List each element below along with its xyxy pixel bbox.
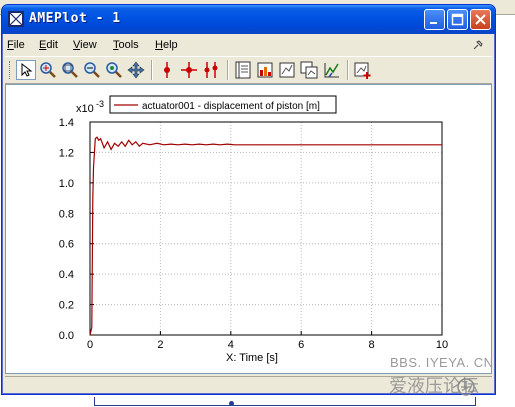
x-axis-label: X: Time [s] bbox=[226, 352, 278, 364]
toolbar-separator bbox=[151, 60, 153, 80]
x-tick-label: 2 bbox=[157, 339, 163, 351]
y-tick-label: 0.2 bbox=[59, 300, 74, 312]
watermark-logo-icon bbox=[456, 377, 476, 401]
plot-frame bbox=[89, 121, 443, 336]
toolbar bbox=[5, 56, 492, 84]
zoom-out-icon[interactable] bbox=[82, 60, 102, 80]
legend-label: actuator001 - displacement of piston [m] bbox=[142, 101, 320, 112]
minimize-button[interactable] bbox=[424, 9, 445, 30]
plot-area[interactable]: 0 2 4 6 8 10 0.0 0.2 0.4 0.6 0.8 1.0 1.2 1.4 X: Time [… bbox=[5, 84, 492, 374]
y-tick-label: 1.0 bbox=[59, 178, 74, 190]
menu-edit[interactable]: Edit bbox=[39, 39, 58, 51]
cursor-double-icon[interactable] bbox=[201, 60, 221, 80]
pin-icon[interactable] bbox=[472, 39, 484, 54]
y-tick-label: 1.4 bbox=[59, 117, 74, 129]
ameplot-window: AMEPlot - 1 File Edit View Tools Help 0 … bbox=[1, 4, 496, 395]
window-title: AMEPlot - 1 bbox=[29, 11, 121, 26]
zoom-fit-icon[interactable] bbox=[104, 60, 124, 80]
toolbar-grip[interactable] bbox=[9, 61, 13, 79]
menu-help[interactable]: Help bbox=[155, 39, 178, 51]
color-plot-icon[interactable] bbox=[255, 60, 275, 80]
x-tick-label: 0 bbox=[87, 339, 93, 351]
copy-plot-icon[interactable] bbox=[299, 60, 319, 80]
background-window-fragment bbox=[94, 397, 476, 406]
toolbar-separator bbox=[227, 60, 229, 80]
menu-tools[interactable]: Tools bbox=[113, 39, 139, 51]
ameplot-app-icon[interactable] bbox=[8, 11, 24, 27]
watermark-url: BBS. IYEYA. CN bbox=[390, 355, 494, 370]
background-handle bbox=[229, 401, 234, 406]
y-tick-label: 0.4 bbox=[59, 269, 74, 281]
series-line bbox=[89, 136, 442, 336]
line-chart[interactable]: 0 2 4 6 8 10 0.0 0.2 0.4 0.6 0.8 1.0 1.2 1.4 X: Time [… bbox=[6, 85, 491, 373]
select-arrow-icon[interactable] bbox=[16, 60, 36, 80]
minimize-icon bbox=[430, 22, 437, 24]
new-plot-icon[interactable] bbox=[353, 60, 373, 80]
pan-icon[interactable] bbox=[126, 60, 146, 80]
cursor-cross-icon[interactable] bbox=[179, 60, 199, 80]
maximize-button[interactable] bbox=[447, 9, 468, 30]
x-tick-label: 10 bbox=[436, 339, 448, 351]
menu-view[interactable]: View bbox=[73, 39, 97, 51]
y-tick-label: 1.2 bbox=[59, 147, 74, 159]
y-multiplier-label: x10 bbox=[76, 103, 94, 115]
y-tick-label: 0.8 bbox=[59, 208, 74, 220]
menu-file[interactable]: File bbox=[7, 39, 25, 51]
toolbar-separator bbox=[347, 60, 349, 80]
cursor-single-icon[interactable] bbox=[157, 60, 177, 80]
x-tick-label: 6 bbox=[298, 339, 304, 351]
zoom-area-icon[interactable] bbox=[38, 60, 58, 80]
title-bar[interactable]: AMEPlot - 1 bbox=[2, 5, 495, 34]
zoom-in-icon[interactable] bbox=[60, 60, 80, 80]
menu-bar: File Edit View Tools Help bbox=[5, 36, 492, 54]
y-tick-label: 0.0 bbox=[59, 330, 74, 342]
y-tick-label: 0.6 bbox=[59, 239, 74, 251]
close-button[interactable] bbox=[470, 9, 491, 30]
y-exponent-label: -3 bbox=[96, 99, 104, 109]
x-tick-label: 8 bbox=[369, 339, 375, 351]
plot-list-icon[interactable] bbox=[233, 60, 253, 80]
xy-plot-icon[interactable] bbox=[321, 60, 341, 80]
plot-properties-icon[interactable] bbox=[277, 60, 297, 80]
x-tick-label: 4 bbox=[228, 339, 234, 351]
